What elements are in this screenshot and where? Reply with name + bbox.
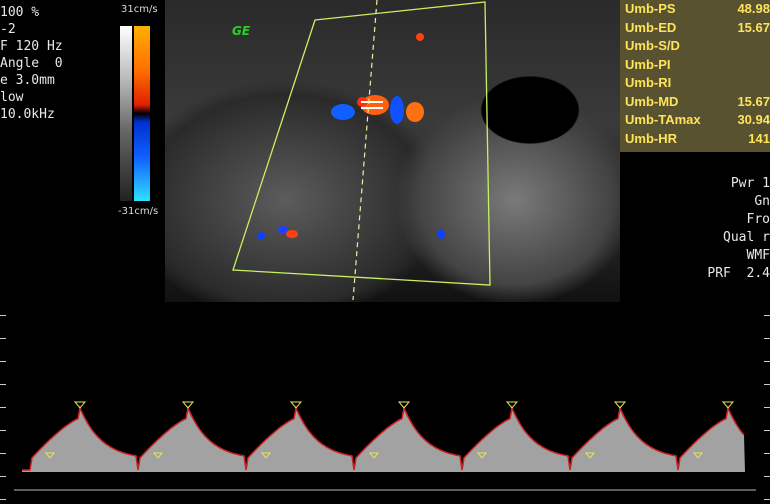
scale-tick [0, 384, 6, 385]
image-overlay [232, 0, 491, 301]
scale-tick [764, 338, 770, 339]
measurement-value: 15.67 [737, 93, 770, 109]
measurement-value: 141 [748, 130, 770, 146]
param-gain: -2 [0, 22, 16, 37]
measurement-label: Umb-ED [625, 19, 677, 35]
measurement-row: Umb-TAmax 30.94 [620, 111, 770, 130]
color-map-bar [134, 26, 150, 201]
ultrasound-image [165, 0, 620, 302]
param-gain: Gn [754, 194, 770, 209]
doppler-cursor-line[interactable] [352, 0, 378, 301]
velocity-scale-left [0, 305, 12, 500]
param-flow: low [0, 90, 24, 105]
measurement-row: Umb-ED 15.67 [620, 19, 770, 38]
param-power: Pwr 1 [730, 176, 770, 191]
measurement-row: Umb-HR 141 [620, 130, 770, 149]
scale-tick [764, 476, 770, 477]
measurement-value: 48.98 [737, 1, 770, 16]
scale-tick [0, 407, 6, 408]
color-box-outline[interactable] [232, 1, 491, 286]
param-sample-volume: e 3.0mm [0, 73, 55, 88]
scale-tick [764, 407, 770, 408]
scale-tick [764, 430, 770, 431]
doppler-flow-blob [437, 229, 445, 239]
measurement-label: Umb-PI [625, 56, 671, 72]
doppler-flow-blob [257, 232, 265, 240]
measurement-row: Umb-PI [620, 56, 770, 75]
measurement-label: Umb-S/D [625, 38, 680, 53]
param-angle: Angle 0 [0, 56, 63, 71]
scale-tick [764, 453, 770, 454]
scale-tick [0, 430, 6, 431]
doppler-flow-blob [406, 102, 424, 122]
measurement-value: 15.67 [737, 19, 770, 35]
velocity-max-label: 31cm/s [121, 4, 158, 15]
param-prf: F 120 Hz [0, 39, 63, 54]
param-power: 100 % [0, 5, 40, 20]
param-prf: PRF 2.4 [707, 266, 770, 281]
velocity-min-label: -31cm/s [118, 206, 159, 217]
measurement-label: Umb-PS [625, 1, 676, 16]
doppler-parameters-panel: Pwr 1 Gn Fro Qual r WMF PRF 2.4 [700, 175, 770, 283]
measurement-label: Umb-RI [625, 75, 672, 90]
spectral-envelope-fill [22, 408, 745, 472]
measurement-label: Umb-HR [625, 130, 677, 146]
measurement-label: Umb-MD [625, 93, 679, 109]
grayscale-bar [120, 26, 132, 201]
scale-tick [0, 361, 6, 362]
doppler-flow-blob [416, 33, 424, 41]
doppler-flow-blob [390, 96, 404, 124]
scale-tick [764, 384, 770, 385]
param-frequency: 10.0kHz [0, 107, 55, 122]
measurement-label: Umb-TAmax [625, 112, 701, 127]
color-velocity-scale: 31cm/s -31cm/s [118, 4, 168, 219]
measurement-row: Umb-PS 48.98 [620, 0, 770, 19]
measurement-row: Umb-RI [620, 74, 770, 93]
scale-tick [0, 315, 6, 316]
spectral-waveform [14, 401, 756, 491]
measurement-row: Umb-S/D [620, 37, 770, 56]
ge-logo: GE [232, 24, 251, 38]
doppler-flow-blob [331, 104, 355, 120]
measurement-row: Umb-MD 15.67 [620, 93, 770, 112]
scan-parameters-panel: 100 % -2 F 120 Hz Angle 0 e 3.0mm low 10… [0, 4, 110, 123]
param-wall-filter: WMF [746, 248, 770, 263]
param-frequency: Fro [746, 212, 770, 227]
velocity-scale-right [758, 305, 770, 500]
scale-tick [0, 338, 6, 339]
doppler-flow-blob [286, 230, 298, 238]
scale-tick [0, 476, 6, 477]
param-quality: Qual r [723, 230, 770, 245]
scale-tick [0, 453, 6, 454]
scale-tick [764, 361, 770, 362]
measurement-results-box: Umb-PS 48.98 Umb-ED 15.67 Umb-S/D Umb-PI… [620, 0, 770, 152]
measurement-value: 30.94 [737, 112, 770, 127]
scale-tick [764, 315, 770, 316]
spectral-doppler-trace [0, 305, 770, 500]
